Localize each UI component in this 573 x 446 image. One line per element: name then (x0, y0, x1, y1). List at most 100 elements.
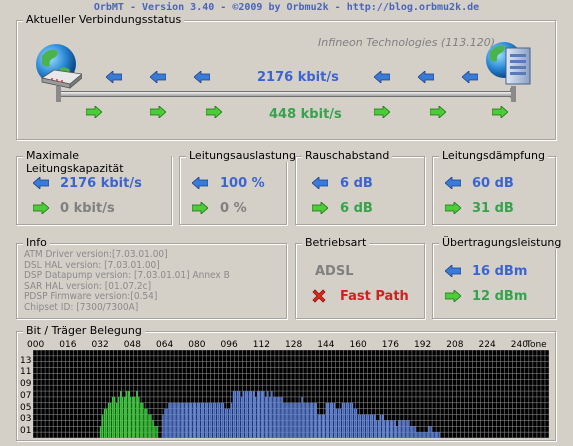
x-axis-label: Tone (526, 340, 547, 350)
downstream-bar (396, 426, 398, 438)
x-tick-label: 048 (123, 340, 141, 350)
upstream-arrow-icon (374, 106, 390, 118)
y-tick-label: 01 (20, 426, 32, 437)
downstream-bar (281, 396, 283, 438)
downstream-bar (230, 402, 233, 438)
x-tick-label: 000 (27, 340, 45, 350)
downstream-bar (418, 432, 420, 438)
downstream-bar (309, 402, 311, 438)
upstream-bar (150, 414, 152, 438)
upstream-arrow-icon (445, 202, 461, 214)
upstream-rate: 448 kbit/s (269, 107, 342, 122)
downstream-bar (363, 414, 366, 438)
downstream-bar (353, 408, 356, 438)
downstream-bar (367, 414, 370, 438)
downstream-bar (327, 402, 329, 438)
upstream-arrow-icon (150, 106, 166, 118)
downstream-bar (224, 408, 227, 438)
downstream-bar (271, 391, 273, 438)
upstream-bar (130, 396, 132, 438)
upstream-arrow-icon (86, 106, 102, 118)
x-tick-label: 144 (317, 340, 335, 350)
downstream-bar (371, 414, 374, 438)
downstream-bar (436, 432, 438, 438)
downstream-rate: 2176 kbit/s (257, 70, 339, 85)
y-tick-label: 13 (20, 355, 32, 366)
downstream-bar (369, 414, 372, 438)
downstream-bar (408, 420, 410, 438)
downstream-bar (164, 408, 166, 438)
downstream-bar (216, 402, 219, 438)
downstream-arrow-icon (462, 71, 478, 83)
downstream-bar (357, 414, 360, 438)
connection-line-end-left (56, 86, 61, 102)
path-value: Fast Path (340, 289, 409, 304)
downstream-bar (422, 432, 424, 438)
downstream-bar (269, 396, 271, 438)
downstream-bar (329, 402, 332, 438)
downstream-bar (277, 396, 279, 438)
upstream-bar (111, 396, 114, 438)
downstream-bar (349, 402, 352, 438)
downstream-bar (180, 402, 182, 438)
downstream-bar (291, 402, 293, 438)
connection-line-end-right (511, 86, 516, 102)
downstream-bar (200, 402, 203, 438)
info-line-dsp: DSP Datapump version: [7.03.01.01] Annex… (24, 270, 230, 281)
downstream-bar (390, 420, 392, 438)
downstream-arrow-icon (445, 265, 461, 277)
utilization-legend: Leitungsauslastung (186, 149, 299, 162)
x-tick-label: 032 (91, 340, 109, 350)
downstream-arrow-icon (374, 71, 390, 83)
upstream-bar (126, 391, 128, 438)
operating-mode-group: Betriebsart (295, 236, 425, 319)
x-tick-label: 208 (446, 340, 464, 350)
downstream-bar (365, 414, 368, 438)
downstream-arrow-icon (445, 177, 461, 189)
downstream-bar (426, 432, 428, 438)
downstream-bar (325, 402, 327, 438)
upstream-bar (134, 396, 136, 438)
downstream-bar (400, 420, 402, 438)
downstream-bar (226, 408, 229, 438)
info-line-chipset: Chipset ID: [7300/7300A] (24, 301, 139, 313)
downstream-bar (343, 402, 346, 438)
x-tick-label: 112 (252, 340, 270, 350)
downstream-bar (412, 426, 414, 438)
downstream-bar (206, 402, 209, 438)
downstream-bar (319, 414, 321, 438)
downstream-bar (398, 420, 400, 438)
connection-line (58, 91, 514, 97)
downstream-arrow-icon (194, 71, 210, 83)
downstream-bar (382, 414, 384, 438)
downstream-bar (214, 402, 217, 438)
downstream-bar (168, 402, 170, 438)
power-up: 12 dBm (472, 289, 528, 304)
upstream-bar (109, 402, 112, 438)
utilization-down: 100 % (220, 176, 265, 191)
downstream-bar (246, 391, 249, 438)
upstream-arrow-icon (445, 290, 461, 302)
power-legend: Übertragungsleistung (439, 236, 565, 249)
upstream-arrow-icon (492, 106, 508, 118)
downstream-bar (317, 414, 319, 438)
downstream-bar (194, 402, 196, 438)
downstream-bar (232, 391, 235, 438)
downstream-arrow-icon (33, 177, 49, 189)
attenuation-legend: Leitungsdämpfung (439, 149, 548, 162)
downstream-bar (196, 402, 198, 438)
utilization-up: 0 % (220, 201, 247, 216)
downstream-bar (222, 402, 225, 438)
chipset-label: Infineon Technologies (113.120) (318, 36, 495, 49)
downstream-bar (240, 396, 243, 438)
downstream-bar (162, 414, 164, 438)
y-tick-label: 03 (20, 414, 32, 425)
info-legend: Info (23, 236, 50, 249)
capacity-up: 0 kbit/s (60, 201, 115, 216)
downstream-bar (323, 414, 325, 438)
downstream-bar (172, 402, 174, 438)
upstream-bar (142, 402, 144, 438)
downstream-bar (410, 426, 412, 438)
downstream-arrow-icon (418, 71, 434, 83)
downstream-bar (279, 396, 281, 438)
